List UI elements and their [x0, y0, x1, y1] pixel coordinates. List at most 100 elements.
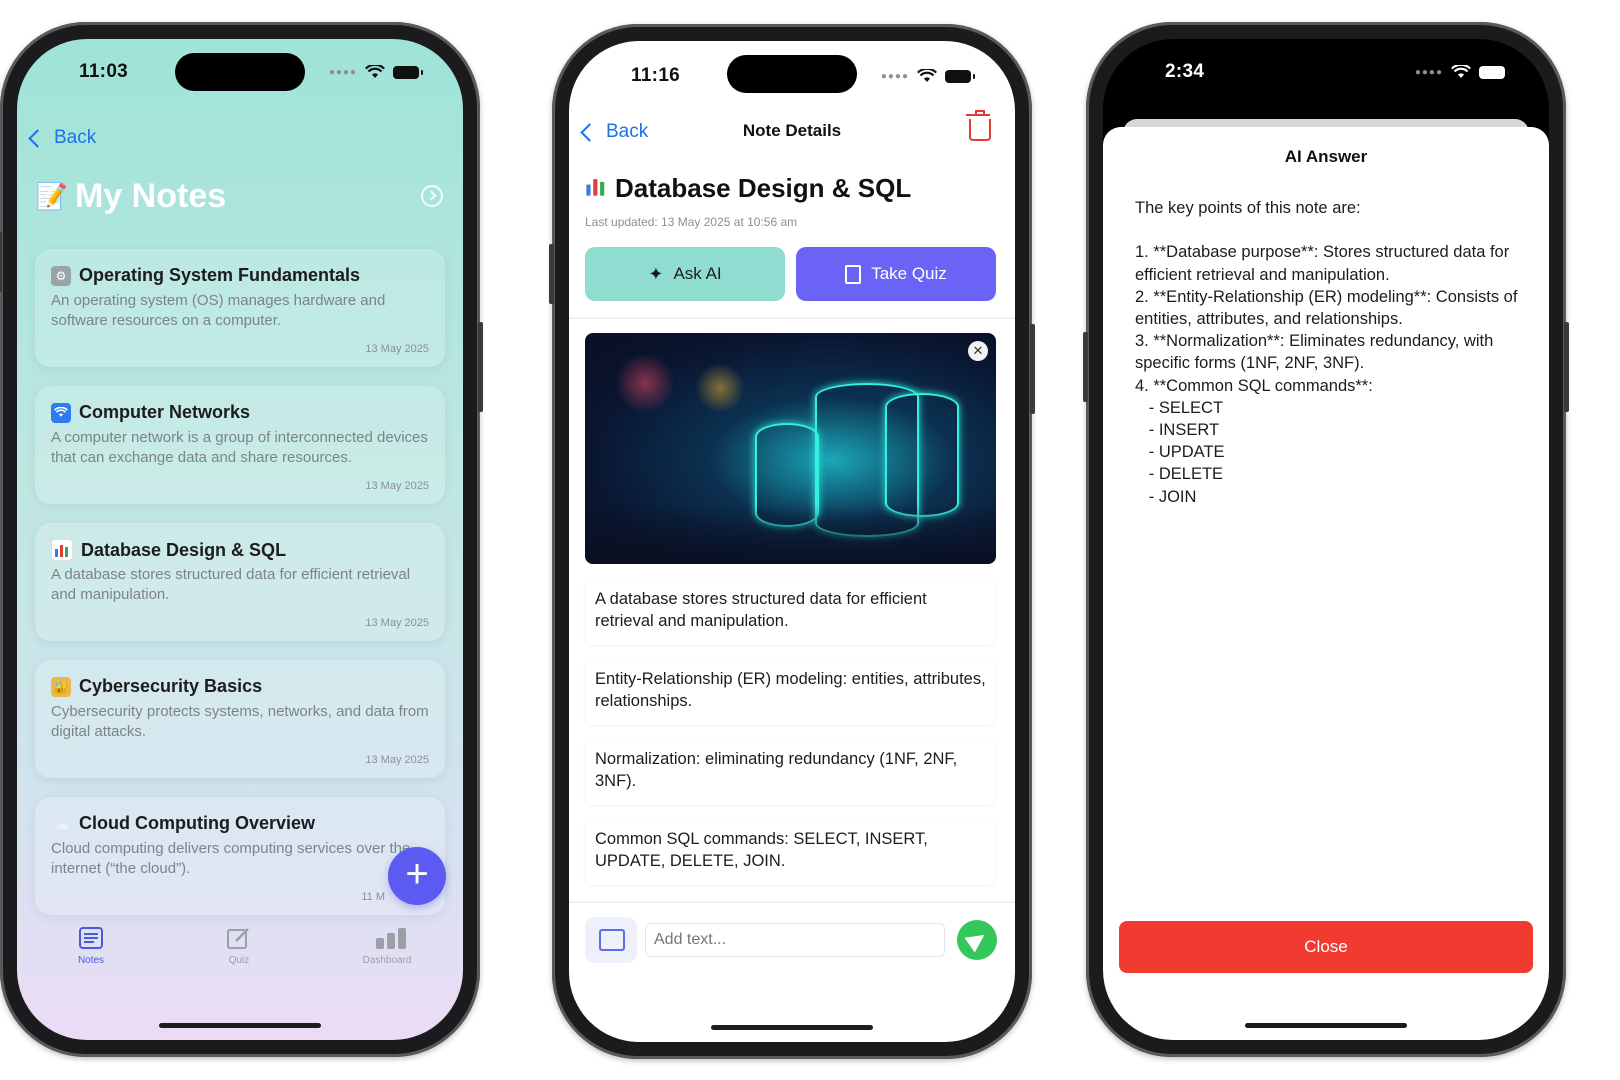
screen: 2:34 ●●●● AI Answer The key points of th…	[1103, 39, 1549, 1040]
take-quiz-button[interactable]: Take Quiz	[796, 247, 996, 301]
tab-dashboard[interactable]: Dashboard	[337, 927, 437, 966]
note-title: Database Design & SQL	[585, 173, 911, 204]
signal-icon: ●●●●	[880, 70, 909, 82]
note-date: 13 May 2025	[365, 343, 429, 355]
note-paragraph: A database stores structured data for ef…	[585, 579, 996, 645]
gear-icon: ⚙	[51, 265, 71, 286]
wifi-icon	[51, 402, 71, 423]
bar-chart-icon	[51, 539, 73, 561]
lock-icon: 🔐	[51, 676, 71, 697]
volume-button	[0, 232, 2, 292]
bar-chart-icon	[585, 173, 607, 204]
nav-title: Note Details	[742, 121, 842, 140]
note-paragraph: Entity-Relationship (ER) modeling: entit…	[585, 659, 996, 725]
trash-icon[interactable]	[966, 110, 991, 141]
note-preview: An operating system (OS) manages hardwar…	[51, 292, 386, 329]
note-image: ✕	[585, 333, 996, 564]
back-button[interactable]: Back	[28, 127, 97, 149]
note-card[interactable]: 🔐 Cybersecurity Basics Cybersecurity pro…	[35, 660, 445, 778]
note-title-text: Computer Networks	[79, 402, 251, 422]
note-date: 13 May 2025	[365, 480, 429, 492]
add-text-input[interactable]	[645, 923, 945, 957]
note-date: 11 M	[361, 891, 385, 903]
screen: 11:03 ●●●● Back 📝 My Notes ⚙ Operating S…	[17, 39, 463, 1040]
note-card[interactable]: ☁ Cloud Computing Overview Cloud computi…	[35, 797, 445, 915]
note-title-text: Database Design & SQL	[615, 173, 912, 203]
database-cylinder	[885, 393, 959, 517]
battery-icon	[393, 65, 423, 79]
screen: 11:16 ●●●● Back Note Details Database De…	[569, 41, 1015, 1042]
note-title-text: Database Design & SQL	[81, 539, 287, 560]
ask-ai-label: Ask AI	[673, 264, 722, 283]
note-title: Database Design & SQL	[51, 539, 286, 561]
status-icons: ●●●●	[329, 65, 423, 79]
status-time: 2:34	[1165, 61, 1205, 82]
cloud-icon: ☁	[53, 815, 69, 833]
take-quiz-label: Take Quiz	[871, 264, 947, 283]
note-card[interactable]: Computer Networks A computer network is …	[35, 386, 445, 504]
tab-notes[interactable]: Notes	[41, 927, 141, 966]
power-button	[1564, 322, 1569, 412]
home-indicator	[1245, 1023, 1407, 1028]
page-title-text: My Notes	[75, 177, 227, 215]
phone-notes-list: 11:03 ●●●● Back 📝 My Notes ⚙ Operating S…	[0, 22, 483, 1057]
note-preview: Cloud computing delivers computing servi…	[51, 840, 411, 877]
edit-icon	[227, 927, 251, 949]
note-title: ⚙ Operating System Fundamentals	[51, 265, 360, 286]
battery-icon	[1479, 65, 1509, 79]
ask-ai-button[interactable]: ✦ Ask AI	[585, 247, 785, 301]
power-button	[478, 322, 483, 412]
phone-ai-answer: 2:34 ●●●● AI Answer The key points of th…	[1083, 22, 1569, 1057]
phone-note-details: 11:16 ●●●● Back Note Details Database De…	[549, 24, 1035, 1059]
wifi-icon	[1451, 65, 1471, 78]
close-button[interactable]: Close	[1119, 921, 1533, 973]
composer	[585, 917, 999, 963]
note-title-text: Operating System Fundamentals	[79, 265, 361, 285]
note-preview: A database stores structured data for ef…	[51, 566, 411, 603]
close-icon[interactable]: ✕	[968, 341, 988, 361]
image-icon	[599, 929, 625, 951]
note-date: 13 May 2025	[365, 617, 429, 629]
status-time: 11:16	[631, 65, 681, 86]
image-floor	[585, 504, 996, 564]
note-title-text: Cybersecurity Basics	[79, 676, 263, 696]
image-picker-button[interactable]	[585, 917, 637, 963]
note-paragraph: Normalization: eliminating redundancy (1…	[585, 739, 996, 805]
status-icons: ●●●●	[880, 69, 975, 83]
memo-icon: 📝	[35, 181, 69, 211]
note-card[interactable]: ⚙ Operating System Fundamentals An opera…	[35, 249, 445, 367]
page-title: 📝 My Notes	[35, 177, 227, 216]
sheet-title: AI Answer	[1284, 147, 1368, 166]
add-note-button[interactable]: +	[388, 847, 446, 905]
wifi-icon	[365, 65, 385, 78]
dynamic-island	[175, 53, 305, 91]
refresh-icon[interactable]	[421, 185, 443, 207]
volume-button	[549, 244, 554, 304]
bokeh-light	[695, 363, 745, 413]
notes-icon	[79, 927, 103, 949]
note-paragraph: Common SQL commands: SELECT, INSERT, UPD…	[585, 819, 996, 885]
wifi-icon	[917, 69, 937, 82]
tab-label: Dashboard	[362, 955, 412, 966]
note-card[interactable]: Database Design & SQL A database stores …	[35, 523, 445, 641]
back-label: Back	[54, 127, 97, 148]
tab-label: Quiz	[228, 955, 250, 966]
send-button[interactable]	[957, 920, 997, 960]
status-icons: ●●●●	[1414, 65, 1509, 79]
note-preview: Cybersecurity protects systems, networks…	[51, 703, 429, 740]
bar-chart-icon	[375, 927, 406, 949]
divider	[569, 901, 1015, 903]
signal-icon: ●●●●	[1414, 66, 1443, 78]
last-updated: Last updated: 13 May 2025 at 10:56 am	[585, 215, 798, 229]
volume-button	[1083, 332, 1088, 402]
note-title: 🔐 Cybersecurity Basics	[51, 676, 262, 697]
tab-label: Notes	[77, 955, 105, 966]
note-date: 13 May 2025	[365, 754, 429, 766]
ai-answer-text: The key points of this note are: 1. **Da…	[1135, 199, 1518, 506]
sparkles-icon: ✦	[648, 263, 664, 284]
ai-answer-sheet: AI Answer The key points of this note ar…	[1103, 127, 1549, 1040]
bokeh-light	[615, 353, 675, 413]
dynamic-island	[1261, 53, 1391, 91]
note-title: ☁ Cloud Computing Overview	[51, 813, 315, 834]
tab-quiz[interactable]: Quiz	[189, 927, 289, 966]
